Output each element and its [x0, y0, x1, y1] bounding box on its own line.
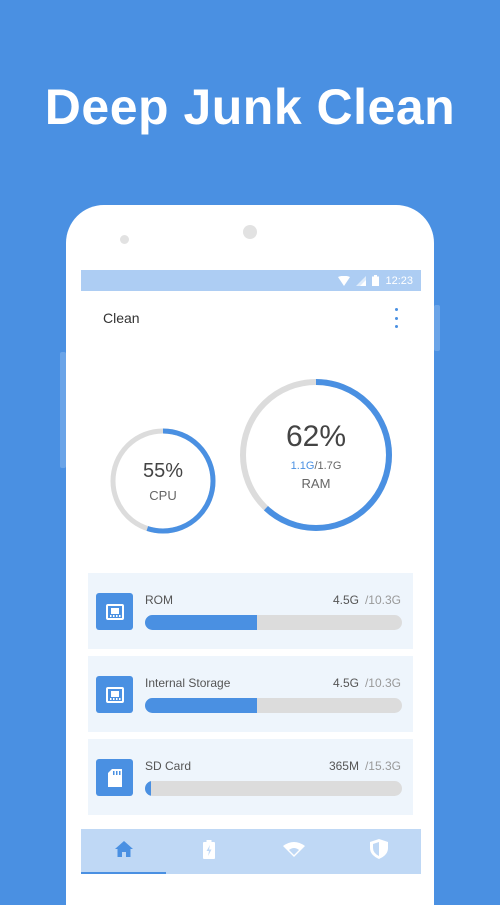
phone-sensor [120, 235, 129, 244]
ram-usage: 1.1G/1.7G [291, 460, 342, 472]
storage-total: /10.3G [364, 593, 401, 607]
nav-security[interactable] [336, 829, 421, 874]
storage-used: 365M [328, 759, 359, 773]
sd-card-icon [96, 759, 133, 796]
storage-name: Internal Storage [145, 676, 231, 690]
battery-status-icon [372, 275, 380, 286]
storage-card-sd[interactable]: SD Card 365M/15.3G [88, 739, 413, 815]
ram-label: RAM [301, 475, 331, 491]
shield-icon [369, 839, 388, 864]
cpu-gauge[interactable]: 55% CPU [109, 427, 217, 535]
phone-frame: 12:23 Clean 55% CPU 62% 1.1G/1.7G RAM RO… [66, 205, 434, 905]
cpu-label: CPU [149, 487, 177, 503]
status-time: 12:23 [385, 274, 413, 287]
storage-progress-fill [145, 781, 151, 796]
storage-progress-bar [145, 781, 402, 796]
ram-total: 1.7G [317, 459, 342, 472]
more-vert-icon[interactable] [393, 308, 399, 328]
wifi-icon [282, 841, 305, 862]
chip-icon [96, 676, 133, 713]
battery-icon [202, 839, 215, 864]
phone-side-button-right [434, 305, 440, 351]
usage-gauges: 55% CPU 62% 1.1G/1.7G RAM [81, 345, 421, 603]
storage-card-internal[interactable]: Internal Storage 4.5G/10.3G [88, 656, 413, 732]
promo-headline: Deep Junk Clean [44, 79, 456, 135]
ram-gauge[interactable]: 62% 1.1G/1.7G RAM [239, 378, 393, 532]
phone-camera [243, 225, 257, 239]
storage-total: /15.3G [364, 759, 401, 773]
storage-total: /10.3G [364, 676, 401, 690]
storage-value: 4.5G/10.3G [333, 676, 401, 690]
cell-signal-icon [356, 275, 367, 286]
storage-progress-fill [145, 698, 258, 713]
storage-used: 4.5G [332, 593, 359, 607]
chip-icon [96, 593, 133, 630]
app-toolbar: Clean [81, 291, 421, 345]
status-bar: 12:23 [81, 270, 421, 291]
storage-used: 4.5G [332, 676, 359, 690]
ram-used: 1.1G [290, 459, 315, 472]
bottom-navigation [81, 829, 421, 874]
cpu-percent: 55% [142, 459, 184, 482]
storage-value: 365M/15.3G [329, 759, 401, 773]
storage-name: SD Card [145, 759, 192, 773]
app-screen: 12:23 Clean 55% CPU 62% 1.1G/1.7G RAM RO… [81, 270, 421, 905]
nav-battery[interactable] [166, 829, 251, 874]
nav-wifi[interactable] [251, 829, 336, 874]
storage-card-rom[interactable]: ROM 4.5G/10.3G [88, 573, 413, 649]
wifi-signal-icon [338, 275, 351, 286]
storage-progress-fill [145, 615, 258, 630]
storage-progress-bar [145, 615, 402, 630]
home-icon [114, 841, 133, 862]
nav-home[interactable] [81, 829, 166, 874]
app-title: Clean [103, 310, 140, 326]
storage-name: ROM [145, 593, 173, 607]
storage-progress-bar [145, 698, 402, 713]
ram-percent: 62% [285, 419, 347, 453]
storage-value: 4.5G/10.3G [333, 593, 401, 607]
